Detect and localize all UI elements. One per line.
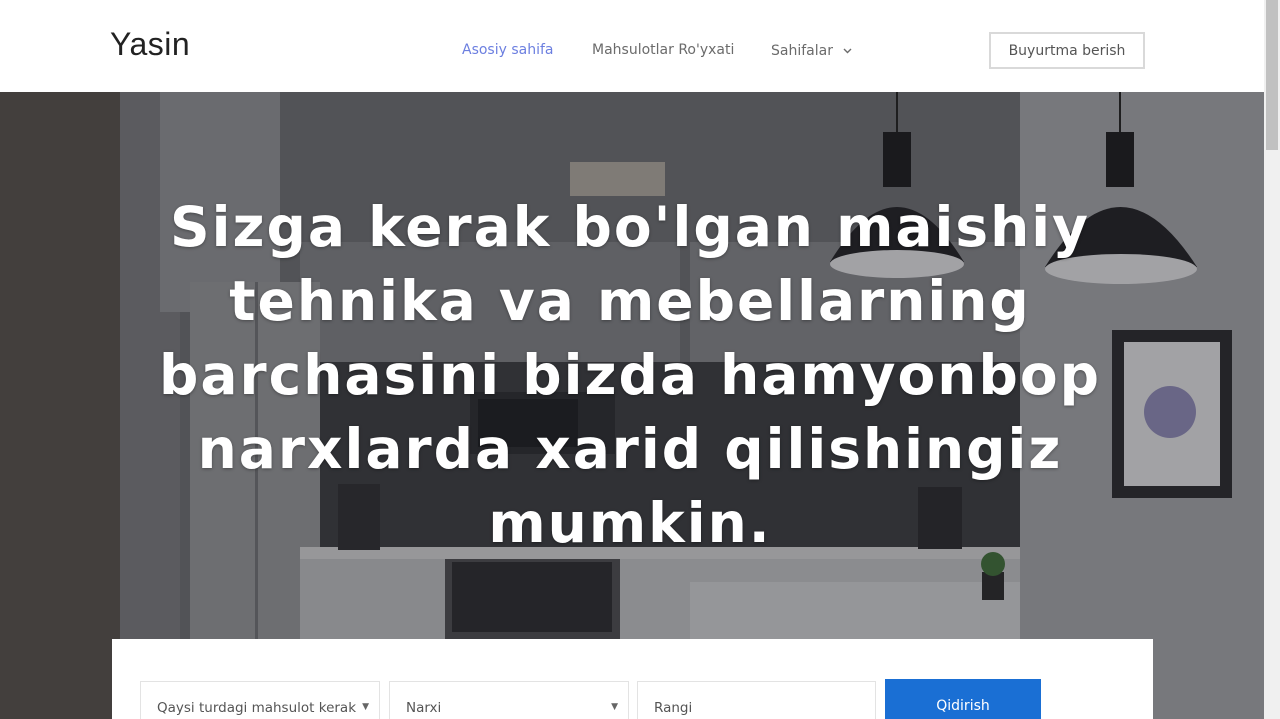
- nav-item-pages-label: Sahifalar: [771, 43, 833, 59]
- nav-item-home[interactable]: Asosiy sahifa: [462, 42, 554, 58]
- hero-title-line: Sizga kerak bo'lgan maishiy: [170, 195, 1090, 259]
- product-type-select-value: Qaysi turdagi mahsulot kerak: [157, 700, 357, 716]
- price-select-value: Narxi: [406, 700, 442, 716]
- color-input[interactable]: Rangi: [637, 681, 876, 719]
- color-input-placeholder: Rangi: [654, 700, 693, 716]
- caret-down-icon: ▼: [362, 702, 369, 712]
- hero-title-line: narxlarda xarid qilishingiz: [197, 417, 1063, 481]
- chevron-down-icon: [843, 42, 852, 58]
- price-select[interactable]: Narxi ▼: [389, 681, 629, 719]
- search-panel: Qaysi turdagi mahsulot kerak ▼ Narxi ▼ R…: [112, 639, 1153, 719]
- order-button[interactable]: Buyurtma berish: [989, 32, 1145, 69]
- hero-section: Sizga kerak bo'lgan maishiy tehnika va m…: [0, 92, 1264, 719]
- nav-item-products[interactable]: Mahsulotlar Ro'yxati: [592, 42, 734, 58]
- caret-down-icon: ▼: [611, 702, 618, 712]
- hero-title-line: mumkin.: [488, 491, 772, 555]
- nav-item-pages[interactable]: Sahifalar: [771, 42, 852, 59]
- search-button[interactable]: Qidirish: [885, 679, 1041, 719]
- product-type-select[interactable]: Qaysi turdagi mahsulot kerak ▼: [140, 681, 380, 719]
- page-scrollbar[interactable]: [1264, 0, 1280, 719]
- hero-title-line: tehnika va mebellarning: [229, 269, 1031, 333]
- hero-title-line: barchasini bizda hamyonbop: [159, 343, 1101, 407]
- scrollbar-thumb[interactable]: [1266, 0, 1278, 150]
- site-header: Yasin Asosiy sahifa Mahsulotlar Ro'yxati…: [0, 0, 1264, 92]
- hero-title: Sizga kerak bo'lgan maishiy tehnika va m…: [130, 190, 1130, 560]
- site-logo[interactable]: Yasin: [110, 26, 190, 63]
